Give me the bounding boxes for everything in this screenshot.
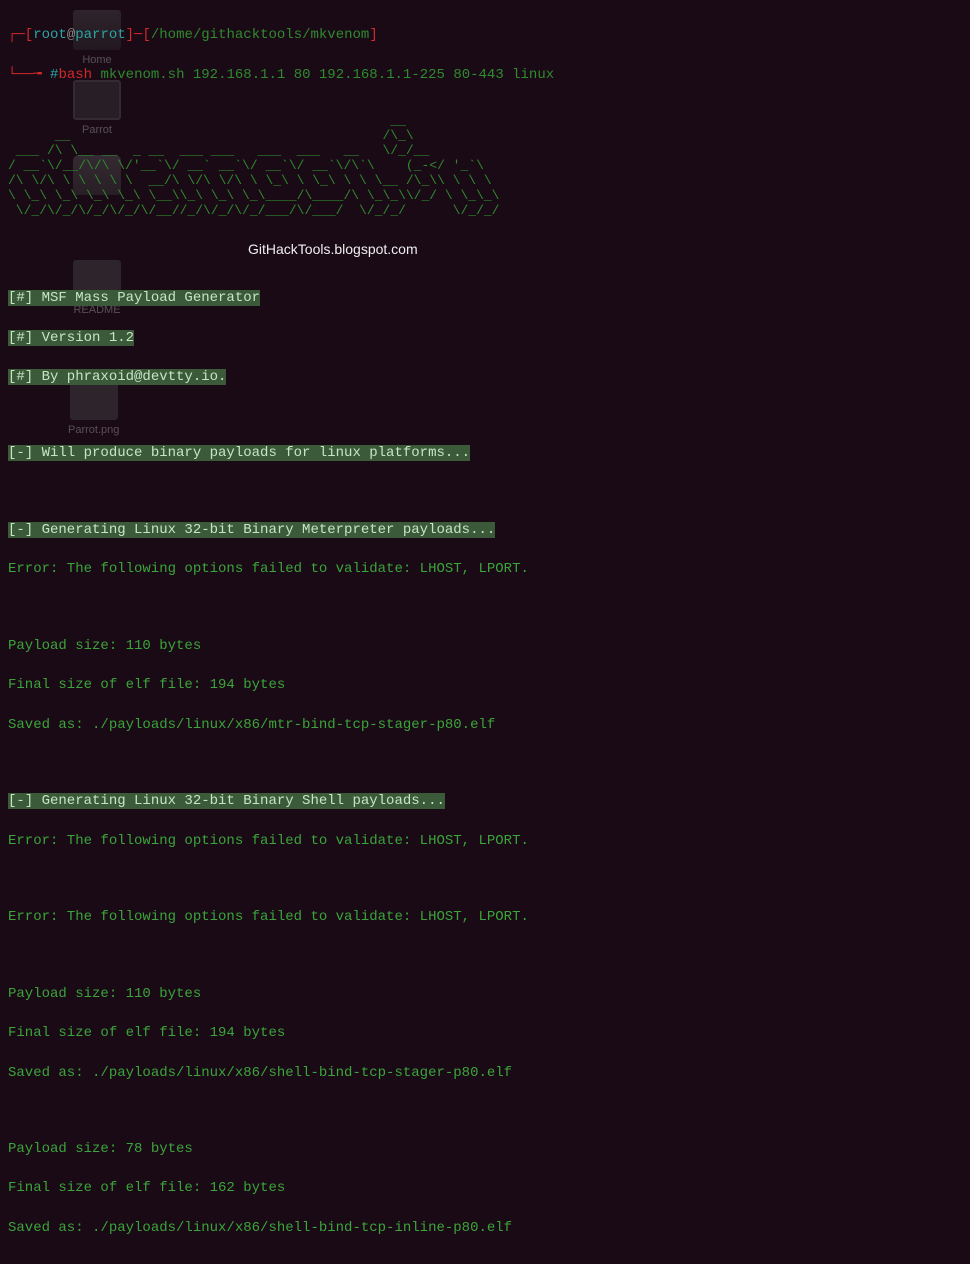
prompt-host: parrot <box>75 27 125 43</box>
msg-elf-size: Final size of elf file: 162 bytes <box>8 1179 962 1199</box>
prompt-bracket: ] <box>369 27 377 43</box>
msg-platforms: [-] Will produce binary payloads for lin… <box>8 444 962 464</box>
info-version: [#] Version 1.2 <box>8 329 962 349</box>
prompt-bracket: ┌─[ <box>8 27 33 43</box>
prompt-path: /home/githacktools/mkvenom <box>151 27 369 43</box>
info-author: [#] By phraxoid@devtty.io. <box>8 368 962 388</box>
msg-saved-as: Saved as: ./payloads/linux/x86/shell-bin… <box>8 1064 962 1084</box>
prompt-cmd-bash: bash <box>58 67 92 83</box>
msg-error: Error: The following options failed to v… <box>8 560 962 580</box>
url-label: GitHackTools.blogspot.com <box>248 240 962 260</box>
msg-saved-as: Saved as: ./payloads/linux/x86/shell-bin… <box>8 1219 962 1239</box>
msg-gen-shell: [-] Generating Linux 32-bit Binary Shell… <box>8 792 962 812</box>
prompt-command: mkvenom.sh 192.168.1.1 80 192.168.1.1-22… <box>92 67 554 83</box>
msg-saved-as: Saved as: ./payloads/linux/x86/mtr-bind-… <box>8 716 962 736</box>
msg-elf-size: Final size of elf file: 194 bytes <box>8 1024 962 1044</box>
terminal-output[interactable]: ┌─[root@parrot]─[/home/githacktools/mkve… <box>0 0 970 1264</box>
msg-elf-size: Final size of elf file: 194 bytes <box>8 676 962 696</box>
prompt-line-1: ┌─[root@parrot]─[/home/githacktools/mkve… <box>8 26 962 46</box>
prompt-user: root <box>33 27 67 43</box>
msg-error: Error: The following options failed to v… <box>8 908 962 928</box>
prompt-at: @ <box>67 27 75 43</box>
msg-payload-size: Payload size: 78 bytes <box>8 1140 962 1160</box>
msg-error: Error: The following options failed to v… <box>8 832 962 852</box>
msg-payload-size: Payload size: 110 bytes <box>8 985 962 1005</box>
prompt-line-2: └──╼ #bash mkvenom.sh 192.168.1.1 80 192… <box>8 66 962 86</box>
prompt-bracket: ]─[ <box>126 27 151 43</box>
info-title: [#] MSF Mass Payload Generator <box>8 289 962 309</box>
msg-gen-meterpreter: [-] Generating Linux 32-bit Binary Meter… <box>8 521 962 541</box>
prompt-char: └──╼ <box>8 67 50 83</box>
ascii-banner: __ __ /\_\ ___ /\ \__ __ _ __ ___ ___ __… <box>8 114 962 219</box>
msg-payload-size: Payload size: 110 bytes <box>8 637 962 657</box>
